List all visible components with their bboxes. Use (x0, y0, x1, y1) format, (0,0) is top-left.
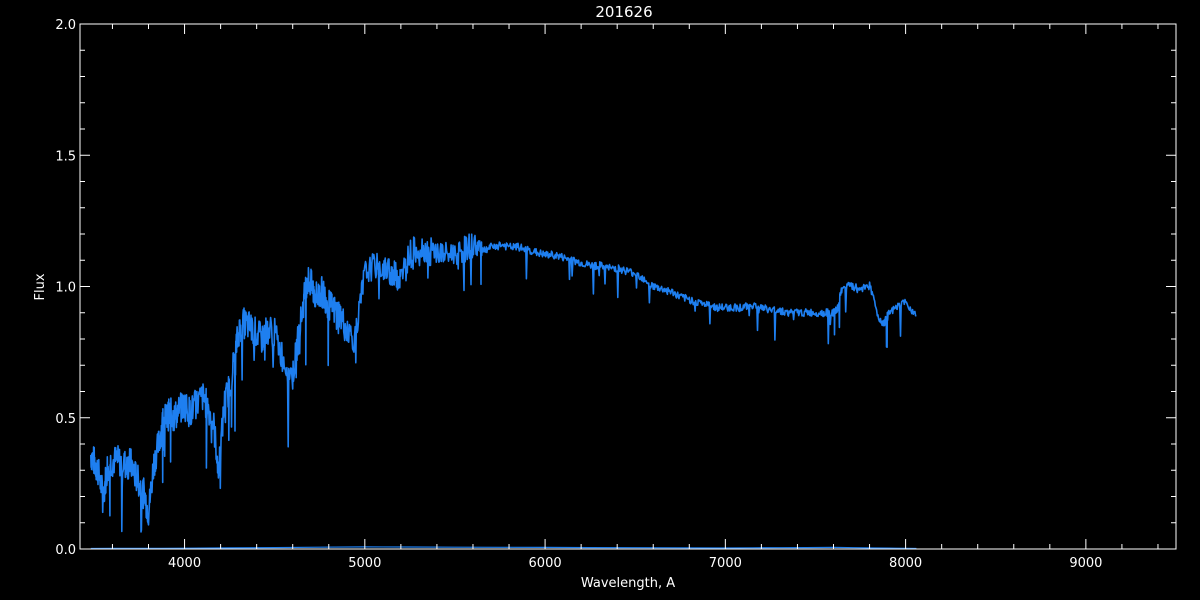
x-tick-label: 7000 (709, 556, 742, 571)
chart-title: 201626 (595, 3, 652, 21)
y-tick-label: 1.5 (55, 149, 76, 164)
y-tick-label: 2.0 (55, 18, 76, 33)
x-tick-label: 5000 (348, 556, 381, 571)
x-tick-label: 8000 (889, 556, 922, 571)
y-tick-label: 0.5 (55, 412, 76, 427)
plot-background (0, 0, 1200, 600)
x-tick-label: 4000 (168, 556, 201, 571)
y-tick-label: 1.0 (55, 281, 76, 296)
spectrum-chart: 201626 4000 5000 6000 7000 8000 9000 0.0 0.5 1.… (0, 0, 1200, 600)
x-axis-title: Wavelength, A (581, 576, 675, 591)
x-tick-label: 6000 (529, 556, 562, 571)
y-axis-title: Flux (33, 273, 48, 300)
x-tick-label: 9000 (1069, 556, 1102, 571)
y-tick-label: 0.0 (55, 543, 76, 558)
